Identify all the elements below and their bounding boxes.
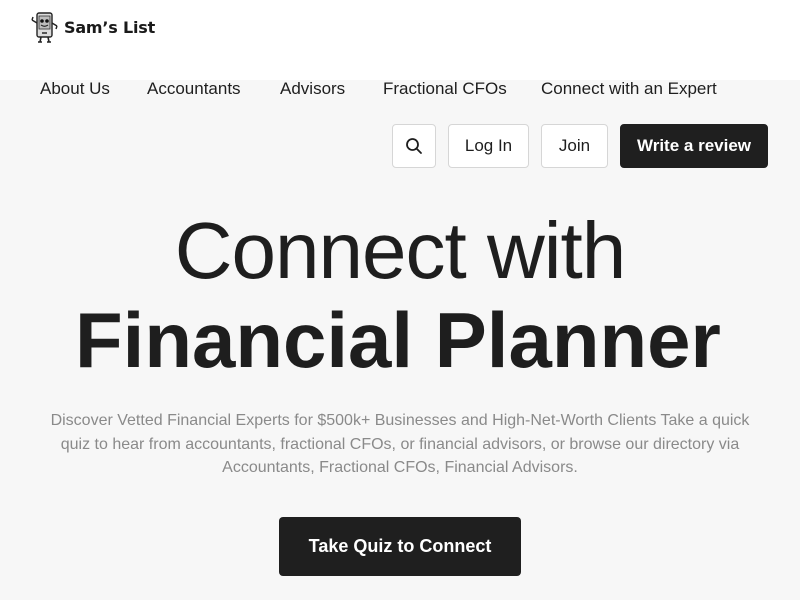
hero-heading-line2: Financial Planner — [75, 296, 721, 384]
nav-item-fractional-cfos[interactable]: Fractional CFOs — [383, 78, 507, 100]
nav-item-advisors[interactable]: Advisors — [280, 78, 345, 100]
hero-heading-line2-container: Financial Planner — [75, 292, 726, 388]
search-button[interactable] — [392, 124, 436, 168]
hero-description: Discover Vetted Financial Experts for $5… — [50, 412, 750, 476]
search-icon — [406, 138, 422, 154]
write-review-button[interactable]: Write a review — [620, 124, 768, 168]
login-button[interactable]: Log In — [448, 124, 529, 168]
brand-name: Sam’s List — [64, 17, 156, 37]
nav-item-accountants[interactable]: Accountants — [147, 78, 241, 100]
join-button[interactable]: Join — [541, 124, 608, 168]
nav-item-about-us[interactable]: About Us — [40, 78, 110, 100]
nav-item-connect-expert[interactable]: Connect with an Expert — [541, 78, 717, 100]
hero-heading-line1: Connect with — [174, 206, 626, 295]
take-quiz-button[interactable]: Take Quiz to Connect — [279, 517, 521, 576]
brand-logo[interactable]: Sam’s List — [31, 11, 155, 43]
site-header: Sam’s List — [0, 0, 800, 80]
phone-robot-mascot-icon — [31, 12, 58, 43]
